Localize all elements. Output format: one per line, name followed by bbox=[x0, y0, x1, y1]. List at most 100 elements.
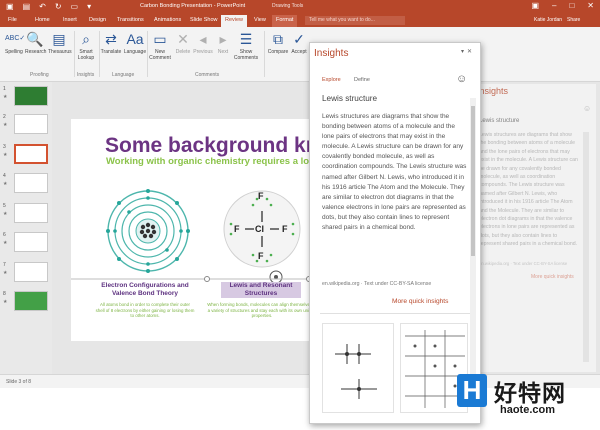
thumbnail-number: 3 bbox=[3, 144, 6, 150]
slide-thumbnail-7[interactable] bbox=[14, 262, 48, 282]
atom-label-center: Cl bbox=[255, 224, 264, 234]
spelling-button[interactable]: ABC✓ Spelling bbox=[5, 31, 25, 55]
translate-button[interactable]: ⇄ Translate bbox=[100, 31, 122, 55]
atom-label-right: F bbox=[282, 224, 288, 234]
animation-star-icon: ★ bbox=[3, 181, 8, 187]
save-icon[interactable]: ▤ bbox=[23, 2, 31, 12]
contextual-tools-label: Drawing Tools bbox=[272, 3, 304, 9]
tab-format[interactable]: Format bbox=[272, 15, 298, 27]
powerpoint-logo-icon: ▣ bbox=[6, 2, 14, 11]
group-divider bbox=[264, 31, 265, 77]
next-comment-button[interactable]: ▸ Next bbox=[216, 31, 230, 55]
left-caption[interactable]: Electron Configurations and Valence Bond… bbox=[95, 282, 195, 298]
spelling-label: Spelling bbox=[5, 49, 23, 55]
thumbnail-number: 6 bbox=[3, 232, 6, 238]
next-label: Next bbox=[217, 49, 229, 55]
research-icon: 🔍 bbox=[26, 31, 44, 47]
accept-label: Accept bbox=[291, 49, 307, 55]
user-name[interactable]: Katie Jordan bbox=[534, 17, 562, 23]
slide-thumbnail-4[interactable] bbox=[14, 173, 48, 193]
ribbon-display-icon[interactable]: ▣ bbox=[531, 1, 539, 10]
scrollbar-thumb[interactable] bbox=[471, 106, 475, 256]
language-icon: Aa bbox=[126, 31, 144, 47]
redo-icon[interactable]: ↻ bbox=[55, 2, 62, 12]
new-comment-button[interactable]: ▭ New Comment bbox=[149, 31, 171, 61]
slide-thumbnail-3[interactable] bbox=[14, 144, 48, 164]
slide-thumbnail-1[interactable] bbox=[14, 86, 48, 106]
slide-thumbnail-6[interactable] bbox=[14, 232, 48, 252]
slide-canvas[interactable]: Some background kn Working with organic … bbox=[71, 119, 347, 341]
smart-lookup-button[interactable]: ⌕ Smart Lookup bbox=[76, 31, 96, 61]
tab-view[interactable]: View bbox=[254, 17, 266, 23]
image-result-1[interactable] bbox=[322, 323, 394, 413]
ghost-pane-source: en.wikipedia.org · Text under CC-BY-SA l… bbox=[479, 261, 568, 266]
thesaurus-icon: ▤ bbox=[52, 31, 66, 47]
previous-label: Previous bbox=[193, 49, 213, 55]
undo-icon[interactable]: ↶ bbox=[39, 2, 46, 12]
tab-define[interactable]: Define bbox=[354, 77, 370, 83]
insights-pane[interactable]: Insights ▾✕ Explore Define ☺ Lewis struc… bbox=[309, 42, 481, 424]
tab-transitions[interactable]: Transitions bbox=[117, 17, 144, 23]
next-comment-icon: ▸ bbox=[219, 31, 227, 47]
accept-icon: ✓ bbox=[293, 31, 305, 47]
comments-group-label: Comments bbox=[195, 72, 220, 78]
watermark-url: haote.com bbox=[500, 404, 556, 416]
delete-comment-button[interactable]: ✕ Delete bbox=[175, 31, 191, 55]
tab-design[interactable]: Design bbox=[89, 17, 106, 23]
slide-thumbnail-8[interactable] bbox=[14, 291, 48, 311]
insights-scrollbar[interactable] bbox=[470, 98, 476, 378]
tab-explore[interactable]: Explore bbox=[322, 77, 341, 83]
feedback-smiley-icon[interactable]: ☺ bbox=[456, 74, 467, 85]
tab-animations[interactable]: Animations bbox=[154, 17, 181, 23]
slideshow-icon[interactable]: ▭ bbox=[71, 2, 79, 12]
ghost-pane-body: Lewis structures are diagrams that show … bbox=[479, 132, 578, 248]
animation-star-icon: ★ bbox=[3, 122, 8, 128]
tab-review[interactable]: Review bbox=[221, 15, 248, 27]
share-button[interactable]: Share bbox=[567, 17, 580, 23]
quick-access-toolbar: ▣ ▤ ↶ ↻ ▭ ▾ bbox=[6, 2, 91, 12]
insights-group-label: Insights bbox=[77, 72, 95, 78]
language-label: Language bbox=[123, 49, 147, 55]
ghost-pane-more-link: More quick insights bbox=[531, 274, 574, 280]
animation-star-icon: ★ bbox=[3, 152, 8, 158]
research-button[interactable]: 🔍 Research bbox=[25, 31, 46, 55]
customize-qat-icon[interactable]: ▾ bbox=[87, 2, 91, 12]
thesaurus-label: Thesaurus bbox=[48, 49, 72, 55]
compare-button[interactable]: ⧉ Compare bbox=[267, 31, 289, 55]
tab-insert[interactable]: Insert bbox=[63, 17, 77, 23]
pane-close-icon[interactable]: ✕ bbox=[467, 49, 475, 55]
tab-file[interactable]: File bbox=[8, 17, 17, 23]
language-button[interactable]: Aa Language bbox=[123, 31, 147, 55]
tab-home[interactable]: Home bbox=[35, 17, 50, 23]
compare-icon: ⧉ bbox=[273, 31, 283, 47]
delete-label: Delete bbox=[175, 49, 191, 55]
minimize-icon[interactable]: – bbox=[552, 1, 556, 10]
translate-label: Translate bbox=[100, 49, 122, 55]
thesaurus-button[interactable]: ▤ Thesaurus bbox=[48, 31, 72, 55]
slide-thumbnail-2[interactable] bbox=[14, 114, 48, 134]
slide-thumbnail-5[interactable] bbox=[14, 203, 48, 223]
pane-controls: ▾✕ bbox=[461, 48, 475, 55]
atom-label-top: F bbox=[258, 191, 264, 201]
thumbnail-number: 5 bbox=[3, 203, 6, 209]
accept-button[interactable]: ✓ Accept bbox=[290, 31, 308, 55]
window-title: Carbon Bonding Presentation - PowerPoint bbox=[140, 3, 246, 9]
new-comment-icon: ▭ bbox=[153, 31, 167, 47]
more-quick-insights-link[interactable]: More quick insights bbox=[392, 298, 448, 305]
window-controls: ▣ – □ ✕ bbox=[531, 1, 594, 10]
previous-comment-button[interactable]: ◂ Previous bbox=[193, 31, 213, 55]
insights-source[interactable]: en.wikipedia.org · Text under CC-BY-SA l… bbox=[322, 281, 431, 287]
close-icon[interactable]: ✕ bbox=[587, 1, 594, 10]
middle-body-text[interactable]: When forming bonds, molecules can align … bbox=[207, 302, 317, 319]
tab-slide-show[interactable]: Slide Show bbox=[190, 17, 218, 23]
ghost-pane-heading: Lewis structure bbox=[479, 118, 520, 124]
left-body-text[interactable]: All atoms bond in order to complete thei… bbox=[95, 302, 195, 319]
thumbnail-number: 4 bbox=[3, 173, 6, 179]
show-comments-button[interactable]: ☰ Show Comments bbox=[233, 31, 259, 61]
watermark-name: 好特网 bbox=[494, 380, 566, 406]
new-comment-label: New Comment bbox=[149, 49, 171, 61]
maximize-icon[interactable]: □ bbox=[569, 1, 574, 10]
tell-me-search[interactable]: Tell me what you want to do... bbox=[305, 16, 405, 25]
middle-caption[interactable]: Lewis and Resonant Structures bbox=[221, 282, 301, 298]
thumbnail-number: 2 bbox=[3, 114, 6, 120]
